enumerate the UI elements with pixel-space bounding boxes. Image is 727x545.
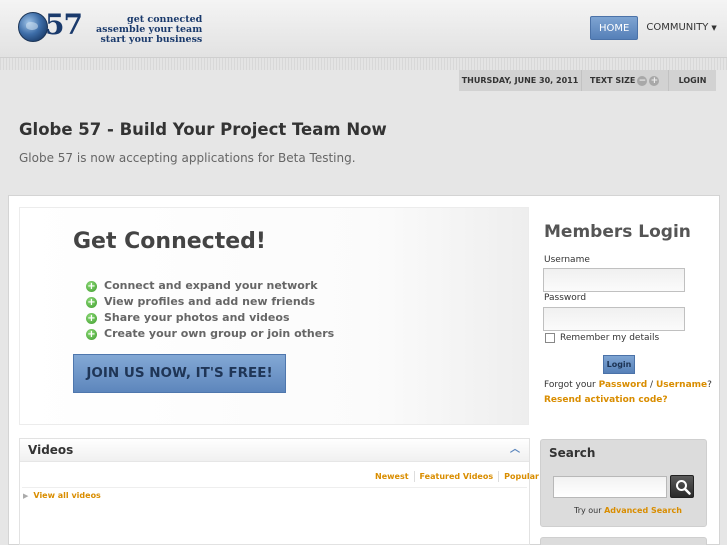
view-all-label: View all videos [33, 491, 101, 500]
header-stripes [0, 58, 727, 70]
list-item: + Create your own group or join others [86, 326, 334, 342]
page-title: Globe 57 - Build Your Project Team Now [19, 120, 387, 139]
feature-text: Connect and expand your network [104, 279, 318, 292]
list-item: + View profiles and add new friends [86, 294, 334, 310]
tagline-line: start your business [100, 34, 203, 45]
forgot-credentials: Forgot your Password / Username? [544, 380, 712, 390]
list-item: + Share your photos and videos [86, 310, 334, 326]
plus-icon: + [86, 280, 97, 292]
resend-activation-link[interactable]: Resend activation code? [544, 395, 668, 405]
login-button[interactable]: Login [603, 355, 635, 374]
nav-community-label: COMMUNITY [646, 22, 709, 33]
remember-label: Remember my details [560, 333, 660, 343]
forgot-suffix: ? [707, 380, 712, 390]
nav-home[interactable]: HOME [590, 16, 639, 40]
globe-icon [18, 12, 48, 42]
feature-list: + Connect and expand your network + View p… [86, 278, 334, 342]
search-title: Search [549, 446, 596, 460]
videos-tabs: Newest Featured Videos Popular [375, 471, 544, 482]
view-all-videos[interactable]: ▶ View all videos [23, 491, 101, 500]
login-link[interactable]: LOGIN [669, 70, 716, 91]
forgot-prefix: Forgot your [544, 380, 596, 390]
plus-icon: + [86, 296, 97, 308]
login-title: Members Login [544, 222, 691, 242]
advanced-search-link[interactable]: Advanced Search [604, 506, 682, 515]
arrow-right-icon: ▶ [23, 491, 29, 500]
utility-bar: THURSDAY, JUNE 30, 2011 TEXT SIZE − + LO… [459, 70, 716, 91]
search-input[interactable] [553, 476, 667, 498]
search-hint: Try our Advanced Search [574, 506, 682, 515]
password-field[interactable] [543, 307, 685, 331]
tab-newest[interactable]: Newest [375, 471, 414, 482]
join-button[interactable]: JOIN US NOW, IT'S FREE! [73, 354, 286, 393]
divider [22, 487, 527, 488]
forgot-separator: / [650, 380, 654, 390]
main-nav: HOME COMMUNITY ▼ [590, 16, 723, 40]
feature-text: Create your own group or join others [104, 327, 335, 340]
search-button[interactable] [670, 475, 694, 498]
username-field[interactable] [543, 268, 685, 292]
chevron-up-icon[interactable]: ︿ [509, 445, 521, 455]
text-size-decrease-icon[interactable]: − [637, 75, 648, 86]
username-label: Username [544, 255, 590, 265]
forgot-password-link[interactable]: Password [599, 380, 648, 390]
logo-tagline: get connected assemble your team start y… [96, 15, 202, 45]
tab-popular[interactable]: Popular [498, 471, 544, 482]
list-item: + Connect and expand your network [86, 278, 334, 294]
site-header: 57 get connected assemble your team star… [0, 0, 727, 58]
caret-down-icon: ▼ [711, 24, 717, 32]
text-size-increase-icon[interactable]: + [649, 75, 660, 86]
hero-title: Get Connected! [73, 229, 266, 254]
plus-icon: + [86, 312, 97, 324]
password-label: Password [544, 293, 587, 303]
forgot-username-link[interactable]: Username [656, 380, 707, 390]
plus-icon: + [86, 328, 97, 340]
tab-featured-videos[interactable]: Featured Videos [413, 471, 499, 482]
remember-me[interactable]: Remember my details [545, 333, 659, 343]
text-size-control: TEXT SIZE − + [582, 70, 669, 91]
remember-checkbox[interactable] [545, 333, 555, 343]
search-icon [676, 480, 691, 495]
videos-header [20, 439, 529, 462]
nav-community[interactable]: COMMUNITY ▼ [638, 16, 722, 40]
feature-text: View profiles and add new friends [104, 295, 316, 308]
site-logo[interactable]: 57 get connected assemble your team star… [18, 8, 208, 48]
next-module [540, 537, 707, 545]
search-hint-prefix: Try our [574, 506, 602, 515]
text-size-label: TEXT SIZE [590, 76, 636, 85]
feature-text: Share your photos and videos [104, 311, 290, 324]
videos-title: Videos [28, 443, 74, 457]
logo-number: 57 [45, 8, 83, 41]
current-date: THURSDAY, JUNE 30, 2011 [459, 70, 582, 91]
page-subtitle: Globe 57 is now accepting applications f… [19, 151, 356, 165]
